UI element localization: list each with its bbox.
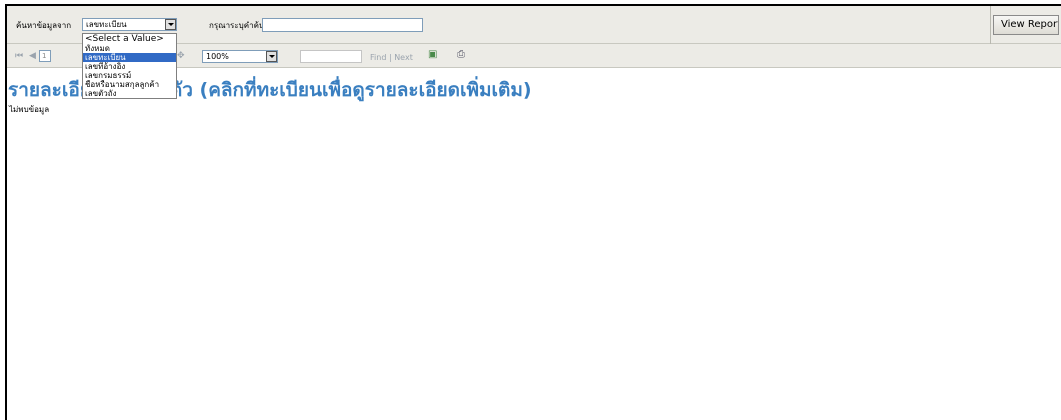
search-from-label: ค้นหาข้อมูลจาก — [16, 21, 72, 30]
dropdown-option[interactable]: เลขตัวถัง — [83, 89, 176, 98]
empty-message: ไม่พบข้อมูล — [9, 105, 50, 114]
search-from-value: เลขทะเบียน — [86, 20, 127, 29]
refresh-icon[interactable]: ✥ — [177, 51, 185, 61]
dropdown-option[interactable]: <Select a Value> — [83, 34, 176, 44]
divider — [990, 6, 991, 44]
keyword-label: กรุณาระบุคำค้น — [209, 21, 265, 30]
report-viewer: ค้นหาข้อมูลจาก เลขทะเบียน กรุณาระบุคำค้น… — [5, 4, 1061, 420]
previous-page-icon[interactable]: ◀ — [29, 51, 36, 61]
search-from-dropdown-list[interactable]: <Select a Value> ทั้งหมด เลขทะเบียน เลขท… — [82, 33, 177, 99]
dropdown-option[interactable]: เลขกรมธรรม์ — [83, 71, 176, 80]
find-link[interactable]: Find — [370, 53, 386, 62]
find-separator: | — [388, 53, 392, 62]
chevron-down-icon[interactable] — [266, 51, 277, 62]
zoom-select[interactable]: 100% — [202, 50, 278, 63]
find-input[interactable] — [300, 50, 362, 63]
next-link[interactable]: Next — [394, 53, 413, 62]
dropdown-option-selected[interactable]: เลขทะเบียน — [83, 53, 176, 62]
search-from-select[interactable]: เลขทะเบียน — [82, 18, 177, 31]
first-page-icon[interactable]: ⏮ — [15, 51, 23, 61]
print-icon[interactable]: ⎙ — [457, 49, 465, 60]
dropdown-option[interactable]: ทั้งหมด — [83, 44, 176, 53]
keyword-input[interactable] — [262, 18, 423, 32]
export-icon[interactable]: ▣ — [428, 49, 437, 60]
find-links: Find | Next — [370, 53, 413, 62]
chevron-down-icon[interactable] — [165, 19, 176, 30]
dropdown-option[interactable]: เลขที่อ้างอิง — [83, 62, 176, 71]
dropdown-option[interactable]: ชื่อหรือนามสกุลลูกค้า — [83, 80, 176, 89]
view-report-button[interactable]: View Report — [993, 15, 1059, 35]
page-number-input[interactable]: 1 — [39, 50, 51, 62]
zoom-value: 100% — [206, 52, 229, 61]
